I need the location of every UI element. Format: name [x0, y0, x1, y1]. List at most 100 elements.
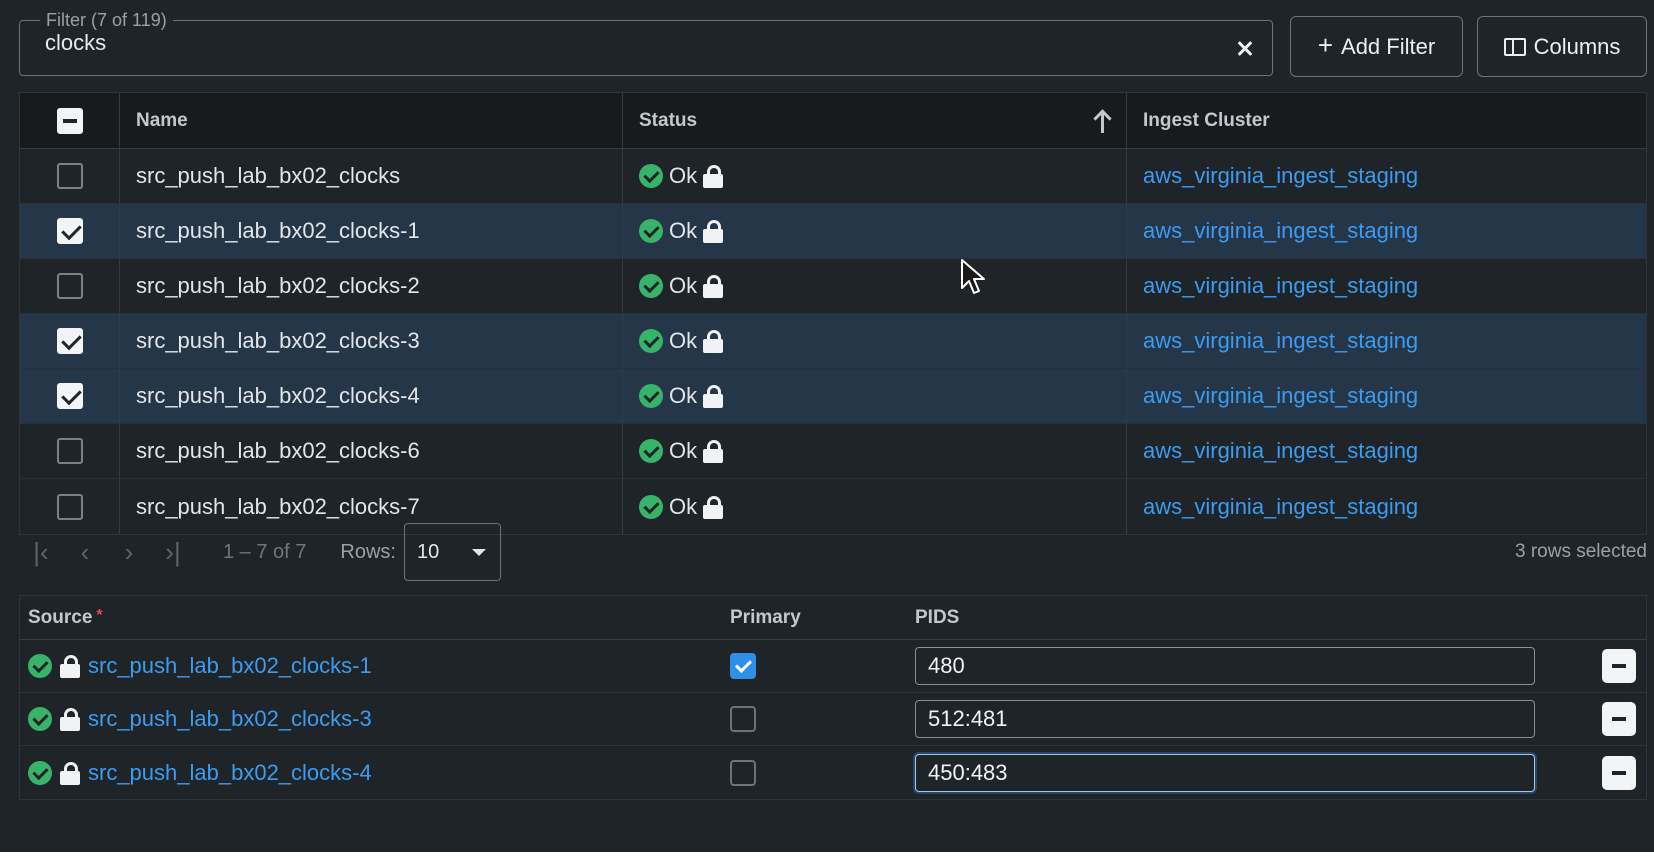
lock-icon	[703, 164, 724, 188]
cluster-cell: aws_virginia_ingest_staging	[1127, 369, 1646, 423]
add-filter-button[interactable]: + Add Filter	[1290, 16, 1463, 77]
primary-header-label: Primary	[730, 606, 801, 628]
arrow-up-icon[interactable]	[1092, 108, 1114, 134]
status-text: Ok	[669, 383, 698, 408]
check-circle-icon	[28, 654, 52, 678]
cluster-link[interactable]: aws_virginia_ingest_staging	[1143, 383, 1418, 409]
plus-icon: +	[1317, 30, 1334, 60]
pids-input[interactable]	[915, 753, 1535, 792]
cluster-link[interactable]: aws_virginia_ingest_staging	[1143, 438, 1418, 464]
cluster-link[interactable]: aws_virginia_ingest_staging	[1143, 218, 1418, 244]
table-row[interactable]: src_push_lab_bx02_clocks-1 Ok aws_virgin…	[20, 204, 1646, 259]
cluster-cell: aws_virginia_ingest_staging	[1127, 314, 1646, 368]
name-cell: src_push_lab_bx02_clocks-1	[120, 204, 623, 258]
pids-header: PIDS	[905, 607, 1545, 629]
source-cell: src_push_lab_bx02_clocks-1	[20, 653, 720, 679]
actions-cell	[1545, 649, 1646, 683]
primary-cell	[720, 653, 905, 679]
pids-input[interactable]	[915, 647, 1535, 685]
cluster-link[interactable]: aws_virginia_ingest_staging	[1143, 494, 1418, 520]
pids-header-label: PIDS	[915, 606, 960, 628]
check-circle-icon	[28, 707, 52, 731]
primary-checkbox[interactable]	[730, 653, 756, 679]
row-checkbox[interactable]	[56, 218, 83, 244]
sources-header: Source * Primary PIDS	[20, 596, 1646, 640]
source-link[interactable]: src_push_lab_bx02_clocks-1	[88, 653, 372, 679]
sources-grid: Name Status Ingest Cluster src_push_lab_…	[19, 92, 1647, 535]
minus-icon[interactable]	[1602, 755, 1636, 790]
status-badge: Ok	[639, 273, 724, 299]
table-row[interactable]: src_push_lab_bx02_clocks-6 Ok aws_virgin…	[20, 424, 1646, 479]
rows-per-page-value: 10	[416, 540, 440, 563]
name-cell: src_push_lab_bx02_clocks-2	[120, 259, 623, 313]
filter-field[interactable]: Filter (7 of 119) clocks	[19, 10, 1273, 76]
row-checkbox[interactable]	[56, 328, 83, 354]
status-cell: Ok	[623, 369, 1127, 423]
lock-icon	[703, 439, 724, 463]
check-circle-icon	[639, 384, 663, 408]
table-row[interactable]: src_push_lab_bx02_clocks Ok aws_virginia…	[20, 149, 1646, 204]
status-cell: Ok	[623, 204, 1127, 258]
row-checkbox[interactable]	[56, 438, 83, 464]
filter-input-value[interactable]: clocks	[45, 31, 106, 55]
cluster-link[interactable]: aws_virginia_ingest_staging	[1143, 328, 1418, 354]
status-badge: Ok	[639, 438, 724, 464]
first-page-icon[interactable]: |‹	[19, 532, 63, 572]
check-circle-icon	[639, 329, 663, 353]
next-page-icon[interactable]: ›	[107, 532, 151, 572]
source-header-label: Source *	[28, 607, 103, 629]
primary-checkbox[interactable]	[730, 706, 756, 732]
table-row[interactable]: src_push_lab_bx02_clocks-3 Ok aws_virgin…	[20, 314, 1646, 369]
cluster-cell: aws_virginia_ingest_staging	[1127, 259, 1646, 313]
last-page-icon[interactable]: ›|	[151, 532, 195, 572]
column-header-status[interactable]: Status	[623, 93, 1127, 148]
selected-sources-table: Source * Primary PIDS src_push_lab_bx02_c…	[19, 595, 1647, 800]
source-cell: src_push_lab_bx02_clocks-3	[20, 706, 720, 732]
minus-icon[interactable]	[1602, 649, 1636, 683]
primary-cell	[720, 706, 905, 732]
row-checkbox[interactable]	[56, 493, 83, 520]
grid-body: src_push_lab_bx02_clocks Ok aws_virginia…	[20, 149, 1646, 534]
lock-icon	[703, 329, 724, 353]
add-filter-label: Add Filter	[1341, 33, 1436, 59]
close-icon[interactable]	[1232, 35, 1260, 63]
row-name: src_push_lab_bx02_clocks	[136, 163, 401, 188]
column-header-status-label: Status	[639, 109, 698, 131]
lock-icon	[703, 274, 724, 298]
row-checkbox[interactable]	[56, 383, 83, 409]
table-row[interactable]: src_push_lab_bx02_clocks-2 Ok aws_virgin…	[20, 259, 1646, 314]
cluster-link[interactable]: aws_virginia_ingest_staging	[1143, 273, 1418, 299]
source-header-text: Source	[28, 606, 93, 628]
row-select-cell	[20, 369, 120, 423]
cluster-link[interactable]: aws_virginia_ingest_staging	[1143, 163, 1418, 189]
column-header-cluster[interactable]: Ingest Cluster	[1127, 93, 1646, 148]
check-circle-icon	[639, 219, 663, 243]
lock-icon	[703, 219, 724, 243]
actions-cell	[1545, 702, 1646, 736]
primary-checkbox[interactable]	[730, 759, 756, 786]
row-checkbox[interactable]	[56, 273, 83, 299]
status-cell: Ok	[623, 424, 1127, 478]
row-select-cell	[20, 149, 120, 203]
source-link[interactable]: src_push_lab_bx02_clocks-4	[88, 760, 372, 786]
status-text: Ok	[669, 328, 698, 353]
rows-per-page-select[interactable]: 10	[403, 523, 501, 581]
status-text: Ok	[669, 438, 698, 463]
pids-input[interactable]	[915, 700, 1535, 738]
select-all-checkbox[interactable]	[56, 107, 83, 134]
grid-header: Name Status Ingest Cluster	[20, 93, 1646, 149]
pids-cell	[905, 700, 1545, 738]
previous-page-icon[interactable]: ‹	[63, 532, 107, 572]
minus-icon[interactable]	[1602, 702, 1636, 736]
check-circle-icon	[639, 274, 663, 298]
column-header-cluster-label: Ingest Cluster	[1143, 109, 1270, 131]
lock-icon	[60, 654, 80, 678]
table-row[interactable]: src_push_lab_bx02_clocks-4 Ok aws_virgin…	[20, 369, 1646, 424]
row-select-cell	[20, 314, 120, 368]
source-link[interactable]: src_push_lab_bx02_clocks-3	[88, 706, 372, 732]
required-mark: *	[96, 606, 103, 624]
status-cell: Ok	[623, 259, 1127, 313]
columns-button[interactable]: Columns	[1477, 16, 1647, 77]
column-header-name[interactable]: Name	[120, 93, 623, 148]
row-checkbox[interactable]	[56, 163, 83, 189]
